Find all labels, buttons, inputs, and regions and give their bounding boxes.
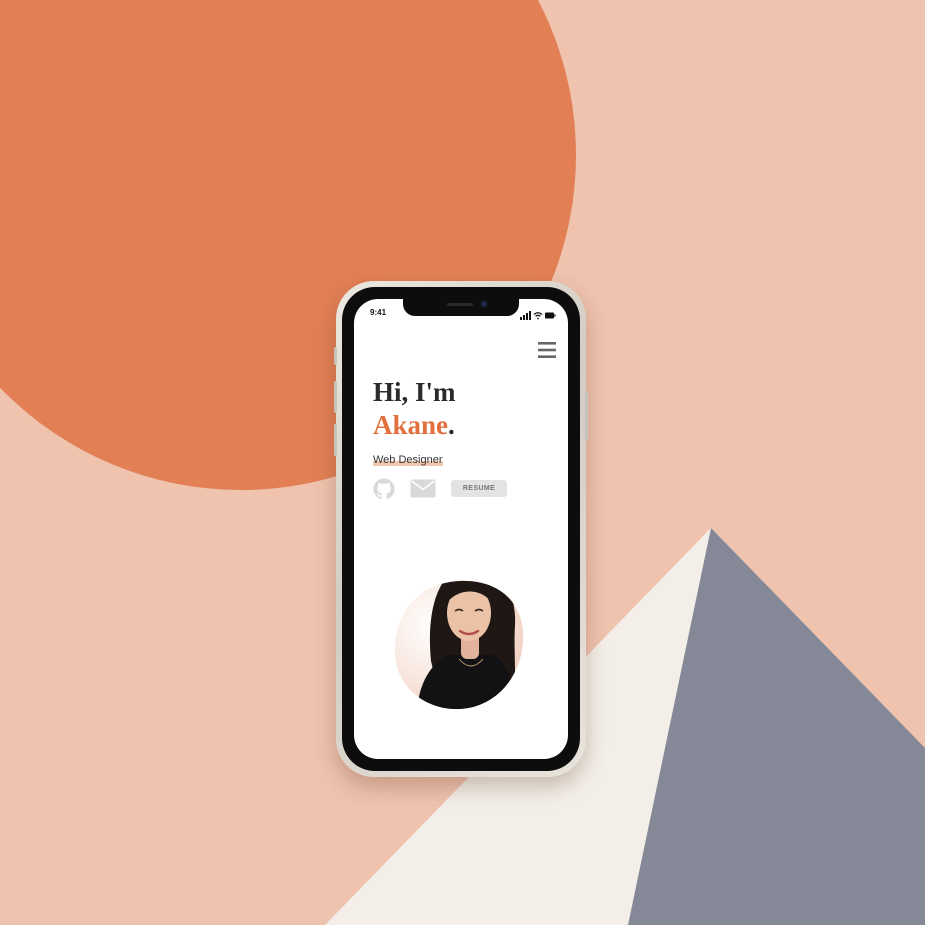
hamburger-menu-icon[interactable] bbox=[537, 340, 557, 360]
battery-icon bbox=[545, 312, 556, 319]
hero-role: Web Designer bbox=[373, 454, 443, 466]
github-icon[interactable] bbox=[373, 478, 395, 500]
hero-name-text: Akane bbox=[373, 410, 449, 440]
hero-name-period: . bbox=[448, 410, 455, 440]
phone-screen: 9:41 Hi, I'm Akane. Web Designer RESUME bbox=[354, 299, 568, 759]
signal-icon bbox=[520, 311, 531, 320]
phone-volume-up-button bbox=[334, 381, 337, 413]
status-time: 9:41 bbox=[370, 308, 387, 317]
hero-name: Akane. bbox=[373, 409, 455, 441]
speaker-grille bbox=[447, 303, 473, 306]
hero-greeting: Hi, I'm bbox=[373, 377, 456, 407]
status-icons bbox=[520, 307, 556, 325]
phone-side-button bbox=[334, 347, 337, 365]
wifi-icon bbox=[533, 312, 543, 320]
phone-volume-down-button bbox=[334, 424, 337, 456]
phone-power-button bbox=[585, 391, 588, 441]
phone-notch bbox=[403, 299, 519, 316]
profile-photo bbox=[389, 561, 529, 711]
resume-button[interactable]: RESUME bbox=[451, 480, 507, 497]
front-camera bbox=[481, 301, 487, 307]
mail-icon[interactable] bbox=[410, 479, 436, 498]
phone-mockup: 9:41 Hi, I'm Akane. Web Designer RESUME bbox=[334, 281, 588, 777]
